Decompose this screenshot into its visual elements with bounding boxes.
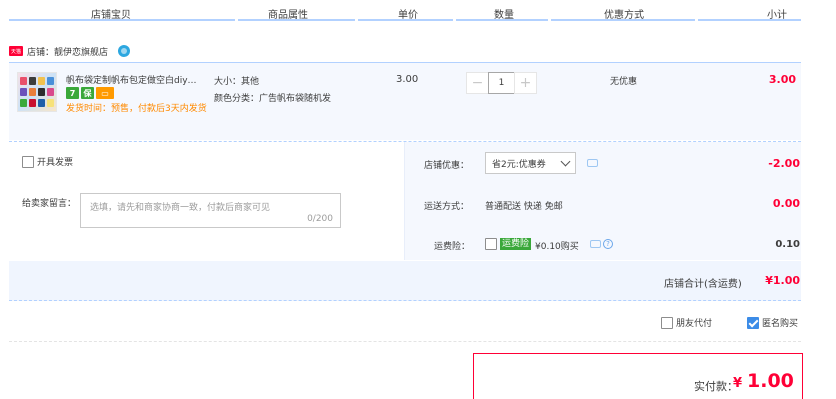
pay-for-friend-option[interactable]: 朋友代付 bbox=[661, 316, 712, 329]
insurance-price: ¥0.10购买 bbox=[535, 242, 579, 252]
shop-total-value: ¥1.00 bbox=[765, 274, 800, 287]
memo-char-count: 0/200 bbox=[307, 214, 333, 224]
seven-day-return-icon[interactable]: 7 bbox=[66, 87, 79, 99]
shop-coupon-amount: -2.00 bbox=[768, 157, 800, 170]
chevron-down-icon bbox=[560, 156, 571, 167]
shipping-label: 运送方式： bbox=[424, 202, 470, 212]
quantity-decrease-button[interactable]: − bbox=[466, 72, 489, 94]
anonymous-buy-option[interactable]: 匿名购买 bbox=[747, 316, 798, 329]
memo-label: 给卖家留言： bbox=[22, 199, 77, 209]
quantity-stepper: − 1 + bbox=[466, 72, 537, 94]
invoice-checkbox[interactable] bbox=[22, 155, 34, 168]
tmall-icon: 天猫 bbox=[9, 46, 23, 56]
shop-coupon-value: 省2元:优惠券 bbox=[492, 159, 546, 170]
shipping-amount: 0.00 bbox=[772, 197, 800, 210]
card-payment-icon[interactable]: ▭ bbox=[96, 87, 114, 99]
header-underline bbox=[358, 19, 453, 21]
quantity-input[interactable]: 1 bbox=[488, 72, 515, 94]
unit-price: 3.00 bbox=[396, 74, 419, 85]
guarantee-icon[interactable]: 保 bbox=[81, 87, 94, 99]
insurance-label: 运费险： bbox=[434, 242, 471, 252]
coupon-info-icon[interactable] bbox=[587, 159, 598, 167]
invoice-option[interactable]: 开具发票 bbox=[22, 155, 73, 168]
shop-row: 天猫 店铺：靓伊恋旗舰店 bbox=[9, 44, 131, 58]
pay-label: 实付款： bbox=[694, 380, 738, 393]
insurance-tag: 运费险 bbox=[500, 238, 532, 250]
pay-currency: ¥ bbox=[733, 376, 743, 391]
memo-placeholder: 选填，请先和商家协商一致，付款后商家可见 bbox=[90, 203, 271, 213]
shop-name-link[interactable]: 店铺：靓伊恋旗舰店 bbox=[27, 45, 108, 58]
product-thumbnail[interactable] bbox=[17, 72, 57, 112]
header-underline bbox=[238, 19, 355, 21]
sku-size: 大小：其他 bbox=[214, 77, 260, 87]
header-underline bbox=[456, 19, 548, 21]
header-underline bbox=[698, 19, 801, 21]
quantity-increase-button[interactable]: + bbox=[514, 72, 537, 94]
shop-coupon-label: 店铺优惠： bbox=[424, 161, 470, 171]
shop-total-label: 店铺合计(含运费) bbox=[664, 279, 742, 290]
insurance-info-icon[interactable] bbox=[590, 240, 601, 248]
shipping-time-note: 发货时间：预售，付款后3天内发货 bbox=[66, 104, 207, 114]
insurance-checkbox[interactable] bbox=[485, 238, 497, 250]
pay-for-friend-checkbox[interactable] bbox=[661, 316, 673, 329]
header-underline bbox=[9, 19, 235, 21]
product-title-link[interactable]: 帆布袋定制帆布包定做空白diy… bbox=[66, 73, 208, 86]
anonymous-buy-label: 匿名购买 bbox=[762, 319, 799, 329]
service-icons: 7 保 ▭ bbox=[66, 87, 114, 99]
pay-amount: 1.00 bbox=[747, 370, 794, 392]
invoice-label: 开具发票 bbox=[37, 158, 74, 168]
shop-coupon-select[interactable]: 省2元:优惠券 bbox=[485, 152, 576, 174]
anonymous-buy-checkbox[interactable] bbox=[747, 316, 759, 329]
promotion-value: 无优惠 bbox=[610, 77, 638, 87]
sku-color: 颜色分类：广告帆布袋随机发 bbox=[214, 94, 332, 104]
item-subtotal: 3.00 bbox=[768, 73, 796, 86]
pay-for-friend-label: 朋友代付 bbox=[676, 319, 713, 329]
shipping-method: 普通配送 快递 免邮 bbox=[485, 202, 563, 212]
help-icon[interactable]: ? bbox=[603, 239, 613, 249]
insurance-amount: 0.10 bbox=[775, 239, 800, 250]
memo-textarea[interactable]: 选填，请先和商家协商一致，付款后商家可见 0/200 bbox=[80, 193, 341, 228]
wangwang-chat-icon[interactable] bbox=[118, 45, 131, 57]
header-underline bbox=[551, 19, 695, 21]
divider bbox=[9, 341, 801, 342]
